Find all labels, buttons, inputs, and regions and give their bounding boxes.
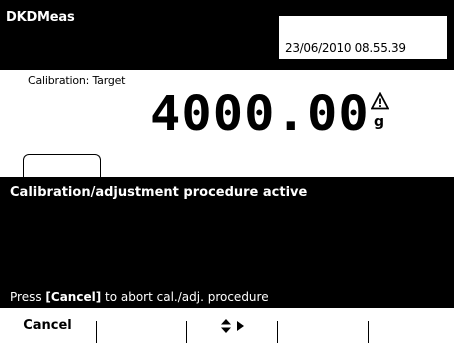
weight-unit: g <box>374 114 385 130</box>
warning-triangle-icon <box>371 92 389 110</box>
softkey-4[interactable] <box>278 308 368 343</box>
message-title: Calibration/adjustment procedure active <box>10 185 308 200</box>
hint-prefix: Press <box>10 290 46 304</box>
calibration-target-label: Calibration: Target <box>28 74 126 87</box>
softkey-cancel-label: Cancel <box>23 318 72 333</box>
weight-display-area: Calibration: Target 4000.00 g <box>0 70 454 177</box>
datetime-box: 23/06/2010 08.55.39 <box>278 15 448 60</box>
softkey-2[interactable] <box>97 308 186 343</box>
balance-screen: DKDMeas 23/06/2010 08.55.39 Calibration:… <box>0 0 454 343</box>
message-hint: Press [Cancel] to abort cal./adj. proced… <box>10 290 269 304</box>
title-bar: DKDMeas 23/06/2010 08.55.39 <box>0 0 454 70</box>
datetime-display: 23/06/2010 08.55.39 <box>285 41 406 55</box>
softkey-bar: Cancel <box>0 308 454 343</box>
right-arrow-icon <box>236 320 244 331</box>
softkey-5[interactable] <box>369 308 454 343</box>
app-title: DKDMeas <box>6 10 75 25</box>
hint-key-cancel: Cancel <box>50 290 96 304</box>
application-tab[interactable] <box>23 154 101 177</box>
softkey-cancel[interactable]: Cancel <box>0 308 95 343</box>
softkey-navigation[interactable] <box>187 308 277 343</box>
hint-suffix: to abort cal./adj. procedure <box>101 290 269 304</box>
message-panel: Calibration/adjustment procedure active … <box>0 177 454 308</box>
up-down-arrow-icon <box>220 318 231 333</box>
weight-value: 4000.00 <box>150 86 370 142</box>
